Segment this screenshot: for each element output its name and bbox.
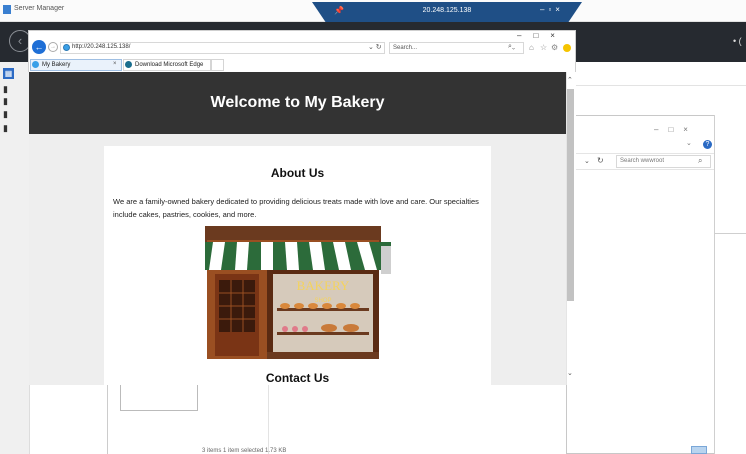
back-icon[interactable]: ← [32,40,46,54]
feedback-smile-icon[interactable] [563,44,571,52]
details-view-icon[interactable] [691,446,707,454]
file-explorer-status: 3 items 1 item selected 1.73 KB [202,448,287,454]
server-manager-title: Server Manager [14,5,65,12]
home-icon[interactable]: ⌂ [529,43,534,52]
dashboard-icon[interactable]: ▦ [3,68,14,79]
browser-window-controls[interactable]: –□× [517,31,567,40]
shop-sign-text: SHOP [314,298,331,304]
gear-icon[interactable]: ⚙ [551,43,558,52]
rdp-window-controls[interactable]: –▫× [540,5,564,14]
browser-search-input[interactable]: Search... [389,42,524,54]
all-servers-icon[interactable]: ▮ [3,97,13,106]
page-header: Welcome to My Bakery [29,72,566,134]
scroll-up-icon[interactable]: ⌃ [567,76,573,84]
file-explorer-search-input[interactable]: Search wwwroot [616,155,711,168]
file-explorer-pane [107,385,714,454]
favorites-star-icon[interactable]: ☆ [540,43,547,52]
tab-my-bakery[interactable]: My Bakery [30,59,122,71]
bakery-sign-text: BAKERY [297,278,350,293]
contact-heading: Contact Us [265,371,330,385]
divider [714,233,746,234]
file-explorer-window-controls[interactable]: –□× [654,125,698,134]
server-manager-sidebar [0,62,30,454]
new-tab-button[interactable] [211,59,224,71]
scrollbar-thumb[interactable] [567,89,574,301]
ie-favicon-icon [63,44,70,51]
ie-tab-icon [32,61,39,68]
rdp-ip-address: 20.248.125.138 [422,7,472,14]
search-icon[interactable]: ⌕⌄ [508,43,515,51]
close-icon[interactable]: × [113,61,117,67]
address-refresh-icon[interactable]: ⌄ ↻ [368,43,382,51]
about-paragraph: We are a family-owned bakery dedicated t… [113,197,479,219]
file-explorer-nav-box [120,385,198,411]
help-icon[interactable]: ? [703,140,712,149]
rdp-pin-icon[interactable]: 📌 [334,6,344,15]
search-icon[interactable]: ⌕ [698,156,702,166]
edge-icon [125,61,132,68]
server-manager-logo-icon [3,5,11,14]
divider [268,385,269,454]
file-services-icon[interactable]: ▮ [3,110,13,119]
bakery-storefront-image: BAKERY SHOP [205,226,391,359]
address-dropdown-icon[interactable]: ⌄ [584,157,590,165]
scroll-down-icon[interactable]: ⌄ [567,369,573,377]
divider [714,115,715,454]
about-heading: About Us [270,166,325,180]
refresh-icon[interactable]: ↻ [597,156,604,165]
address-url[interactable]: http://20.248.125.138/ [72,44,130,50]
iis-icon[interactable]: ▮ [3,124,13,133]
server-manager-flag[interactable]: • ( [733,36,742,46]
forward-icon[interactable]: → [48,42,58,52]
chevron-down-icon[interactable]: ⌄ [686,139,692,147]
local-server-icon[interactable]: ▮ [3,85,13,94]
tab-download-edge[interactable]: Download Microsoft Edge [123,59,211,71]
